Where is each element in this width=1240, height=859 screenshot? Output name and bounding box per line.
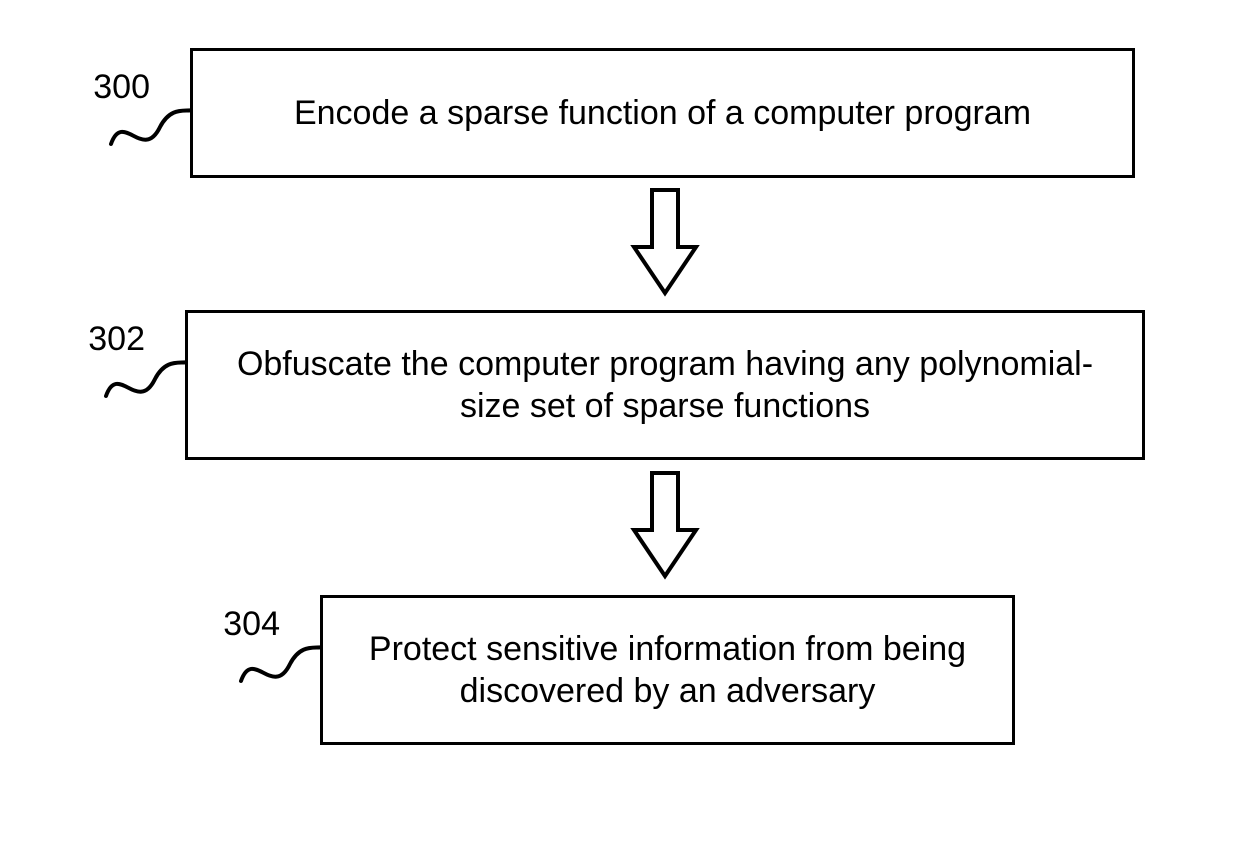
flowchart-canvas: 300 Encode a sparse function of a comput… [0,0,1240,859]
step-2-text: Obfuscate the computer program having an… [210,343,1120,428]
arrow-2-to-3 [625,468,705,583]
squiggle-connector-3 [235,639,325,694]
arrow-1-to-2 [625,185,705,300]
step-3-box: Protect sensitive information from being… [320,595,1015,745]
squiggle-connector-2 [100,354,190,409]
step-3-text: Protect sensitive information from being… [345,628,990,713]
squiggle-connector-1 [105,102,195,157]
step-2-box: Obfuscate the computer program having an… [185,310,1145,460]
step-1-box: Encode a sparse function of a computer p… [190,48,1135,178]
step-1-text: Encode a sparse function of a computer p… [294,92,1031,135]
